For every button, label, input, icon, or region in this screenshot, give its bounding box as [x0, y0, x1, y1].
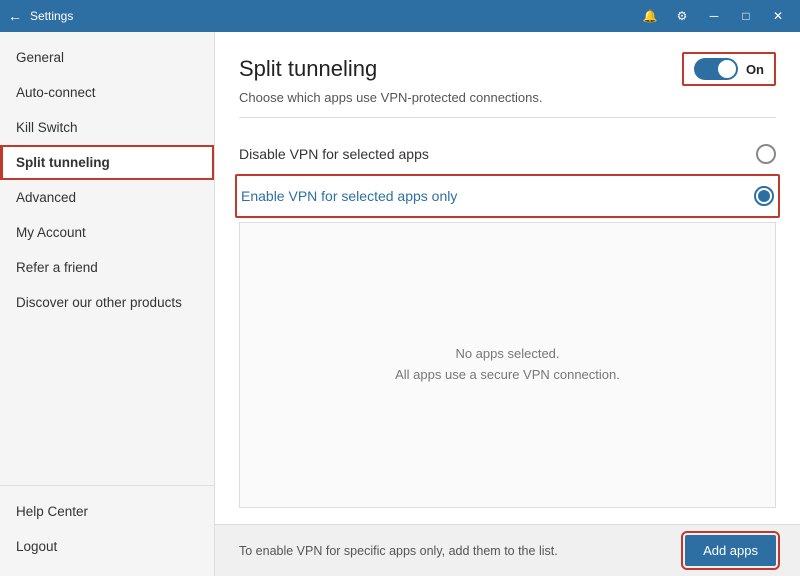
enable-vpn-only-radio[interactable]	[754, 186, 774, 206]
sidebar-item-kill-switch[interactable]: Kill Switch	[0, 110, 214, 145]
content-subtitle: Choose which apps use VPN-protected conn…	[239, 90, 776, 105]
add-apps-button[interactable]: Add apps	[685, 535, 776, 566]
empty-state: No apps selected. All apps use a secure …	[395, 344, 620, 386]
sidebar-item-split-tunneling[interactable]: Split tunneling	[0, 145, 214, 180]
empty-line1: No apps selected.	[395, 344, 620, 365]
toggle-container[interactable]: On	[682, 52, 776, 86]
title-bar-controls: 🔔 ⚙ ─ □ ✕	[636, 2, 792, 30]
app-title: Settings	[30, 9, 73, 23]
content-area: Split tunneling On Choose which apps use…	[215, 32, 800, 576]
disable-vpn-radio[interactable]	[756, 144, 776, 164]
sidebar-bottom: Help Center Logout	[0, 485, 214, 576]
content-footer: To enable VPN for specific apps only, ad…	[215, 524, 800, 576]
sidebar-item-discover-products[interactable]: Discover our other products	[0, 285, 214, 320]
minimize-button[interactable]: ─	[700, 2, 728, 30]
enable-vpn-only-label: Enable VPN for selected apps only	[241, 188, 457, 204]
back-button[interactable]: ←	[8, 8, 22, 24]
sidebar-item-general[interactable]: General	[0, 40, 214, 75]
option-enable-vpn-only[interactable]: Enable VPN for selected apps only	[235, 174, 780, 218]
sidebar: General Auto-connect Kill Switch Split t…	[0, 32, 215, 576]
title-row: Split tunneling On	[239, 52, 776, 86]
title-bar: ← Settings 🔔 ⚙ ─ □ ✕	[0, 0, 800, 32]
sidebar-item-auto-connect[interactable]: Auto-connect	[0, 75, 214, 110]
close-button[interactable]: ✕	[764, 2, 792, 30]
empty-line2: All apps use a secure VPN connection.	[395, 365, 620, 386]
sidebar-item-advanced[interactable]: Advanced	[0, 180, 214, 215]
option-disable-vpn[interactable]: Disable VPN for selected apps	[239, 134, 776, 174]
page-title: Split tunneling	[239, 56, 377, 82]
app-body: General Auto-connect Kill Switch Split t…	[0, 32, 800, 576]
sidebar-item-logout[interactable]: Logout	[0, 529, 214, 564]
toggle-label: On	[746, 62, 764, 77]
app-list-area: No apps selected. All apps use a secure …	[239, 222, 776, 508]
radio-inner-dot	[758, 190, 770, 202]
gear-icon[interactable]: ⚙	[668, 2, 696, 30]
vpn-toggle[interactable]	[694, 58, 738, 80]
sidebar-nav: General Auto-connect Kill Switch Split t…	[0, 32, 214, 485]
sidebar-item-my-account[interactable]: My Account	[0, 215, 214, 250]
content-body: Disable VPN for selected apps Enable VPN…	[215, 118, 800, 524]
maximize-button[interactable]: □	[732, 2, 760, 30]
footer-text: To enable VPN for specific apps only, ad…	[239, 544, 669, 558]
sidebar-item-help-center[interactable]: Help Center	[0, 494, 214, 529]
content-header: Split tunneling On Choose which apps use…	[215, 32, 800, 118]
bell-icon[interactable]: 🔔	[636, 2, 664, 30]
disable-vpn-label: Disable VPN for selected apps	[239, 146, 429, 162]
sidebar-item-refer-a-friend[interactable]: Refer a friend	[0, 250, 214, 285]
title-bar-left: ← Settings	[8, 8, 73, 24]
